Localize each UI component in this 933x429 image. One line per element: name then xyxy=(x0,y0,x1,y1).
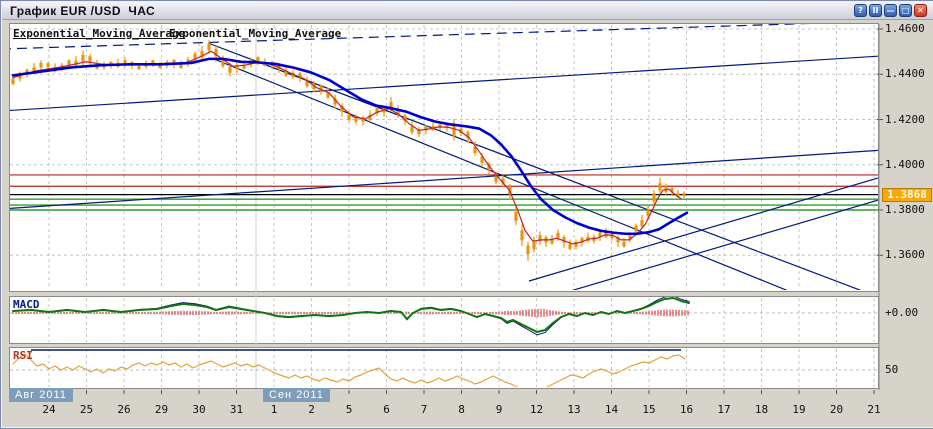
day-tick-label: 30 xyxy=(192,403,206,416)
ema-label-slow: Exponential_Moving_Average xyxy=(169,27,342,40)
day-tick-label: 7 xyxy=(420,403,428,416)
day-tick-label: 5 xyxy=(345,403,353,416)
price-chart-panel[interactable] xyxy=(9,23,879,292)
day-tick-label: 16 xyxy=(679,403,694,416)
title-bar[interactable]: График EUR /USD ЧАС ? II — □ ✕ xyxy=(2,2,933,20)
rsi-panel[interactable] xyxy=(9,347,879,389)
day-tick-label: 9 xyxy=(495,403,503,416)
day-tick-label: 1 xyxy=(270,403,278,416)
day-tick-label: 12 xyxy=(529,403,544,416)
chart-window: График EUR /USD ЧАС ? II — □ ✕ Exponenti… xyxy=(0,0,933,429)
rsi-label: RSI xyxy=(13,349,33,362)
maximize-button[interactable]: □ xyxy=(899,4,912,17)
day-tick-label: 8 xyxy=(458,403,465,416)
price-tick-label: 1.4400 xyxy=(885,67,925,81)
day-tick-label: 6 xyxy=(383,403,390,416)
day-tick-label: 31 xyxy=(229,403,244,416)
indicator-tick-label: +0.00 xyxy=(885,306,919,319)
day-tick-label: 13 xyxy=(567,403,581,416)
price-tick-label: 1.3800 xyxy=(885,203,925,216)
help-button[interactable]: ? xyxy=(854,4,867,17)
month-badge: Сен 2011 xyxy=(263,388,330,402)
macd-panel[interactable] xyxy=(9,296,879,344)
ema-label-fast: Exponential_Moving_Average xyxy=(13,27,186,40)
price-tick-label: 1.4600 xyxy=(885,22,925,35)
month-badge: Авг 2011 xyxy=(9,388,73,402)
close-button[interactable]: ✕ xyxy=(914,4,927,17)
day-tick-label: 21 xyxy=(867,403,881,416)
day-tick-label: 20 xyxy=(829,403,844,416)
window-buttons: ? II — □ ✕ xyxy=(854,4,927,17)
indicator-tick-label: 50 xyxy=(885,363,899,376)
current-price-badge: 1.3868 xyxy=(882,187,932,202)
minimize-button[interactable]: — xyxy=(884,4,897,17)
day-tick-label: 24 xyxy=(42,403,56,416)
price-tick-label: 1.3600 xyxy=(885,248,925,262)
day-tick-label: 26 xyxy=(117,403,131,416)
pause-button[interactable]: II xyxy=(869,4,882,17)
price-tick-label: 1.4000 xyxy=(885,157,925,171)
day-tick-label: 25 xyxy=(79,403,94,416)
macd-label: MACD xyxy=(13,298,40,311)
day-tick-label: 17 xyxy=(717,403,731,416)
price-tick-label: 1.4200 xyxy=(885,112,925,126)
day-tick-label: 19 xyxy=(792,403,806,416)
day-tick-label: 18 xyxy=(754,403,769,416)
day-tick-label: 2 xyxy=(308,403,315,416)
day-tick-label: 15 xyxy=(642,403,656,416)
window-title: График EUR /USD ЧАС xyxy=(10,4,156,18)
day-tick-label: 14 xyxy=(604,403,619,416)
day-tick-label: 29 xyxy=(154,403,169,416)
